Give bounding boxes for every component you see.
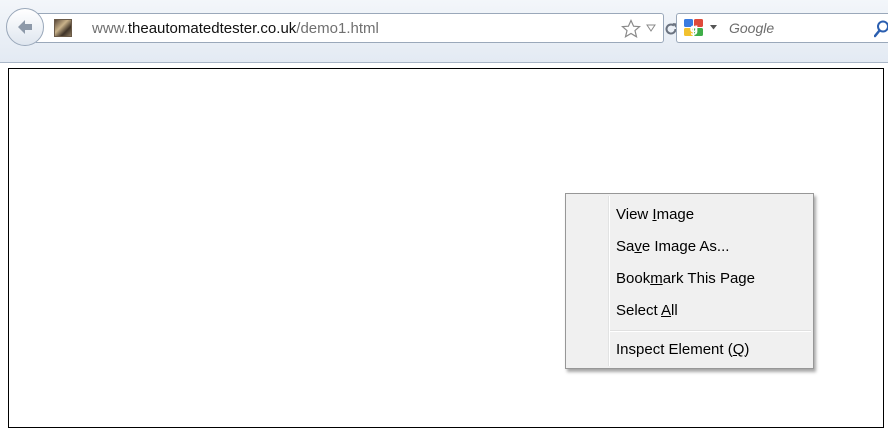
- svg-text:g: g: [690, 22, 699, 36]
- google-icon[interactable]: g: [683, 18, 705, 38]
- menu-separator: [610, 330, 811, 332]
- menu-item-select-all[interactable]: Select All: [616, 302, 678, 319]
- url-text[interactable]: www.theautomatedtester.co.uk/demo1.html: [92, 20, 379, 37]
- back-button[interactable]: [6, 8, 44, 46]
- site-favicon[interactable]: [54, 19, 72, 37]
- menu-item-bookmark-page[interactable]: Bookmark This Page: [616, 270, 755, 287]
- url-prefix: www.: [92, 20, 128, 37]
- url-path: /demo1.html: [296, 20, 379, 37]
- context-menu: View Image Save Image As... Bookmark Thi…: [565, 193, 814, 369]
- engine-dropdown-icon[interactable]: [710, 25, 717, 30]
- menu-icon-gutter: [608, 196, 610, 366]
- navigation-toolbar: www.theautomatedtester.co.uk/demo1.html …: [0, 0, 888, 63]
- url-domain: theautomatedtester.co.uk: [127, 20, 297, 37]
- url-bar[interactable]: www.theautomatedtester.co.uk/demo1.html: [36, 13, 677, 43]
- back-arrow-icon: [18, 20, 32, 34]
- search-icon[interactable]: [874, 20, 888, 38]
- star-icon[interactable]: [621, 19, 641, 39]
- search-placeholder: Google: [729, 20, 775, 36]
- search-box[interactable]: g Google: [676, 13, 888, 43]
- menu-item-save-image-as[interactable]: Save Image As...: [616, 238, 729, 255]
- menu-item-inspect-element[interactable]: Inspect Element (Q): [616, 341, 749, 358]
- menu-item-view-image[interactable]: View Image: [616, 206, 694, 223]
- dropdown-arrow-icon[interactable]: [646, 24, 656, 32]
